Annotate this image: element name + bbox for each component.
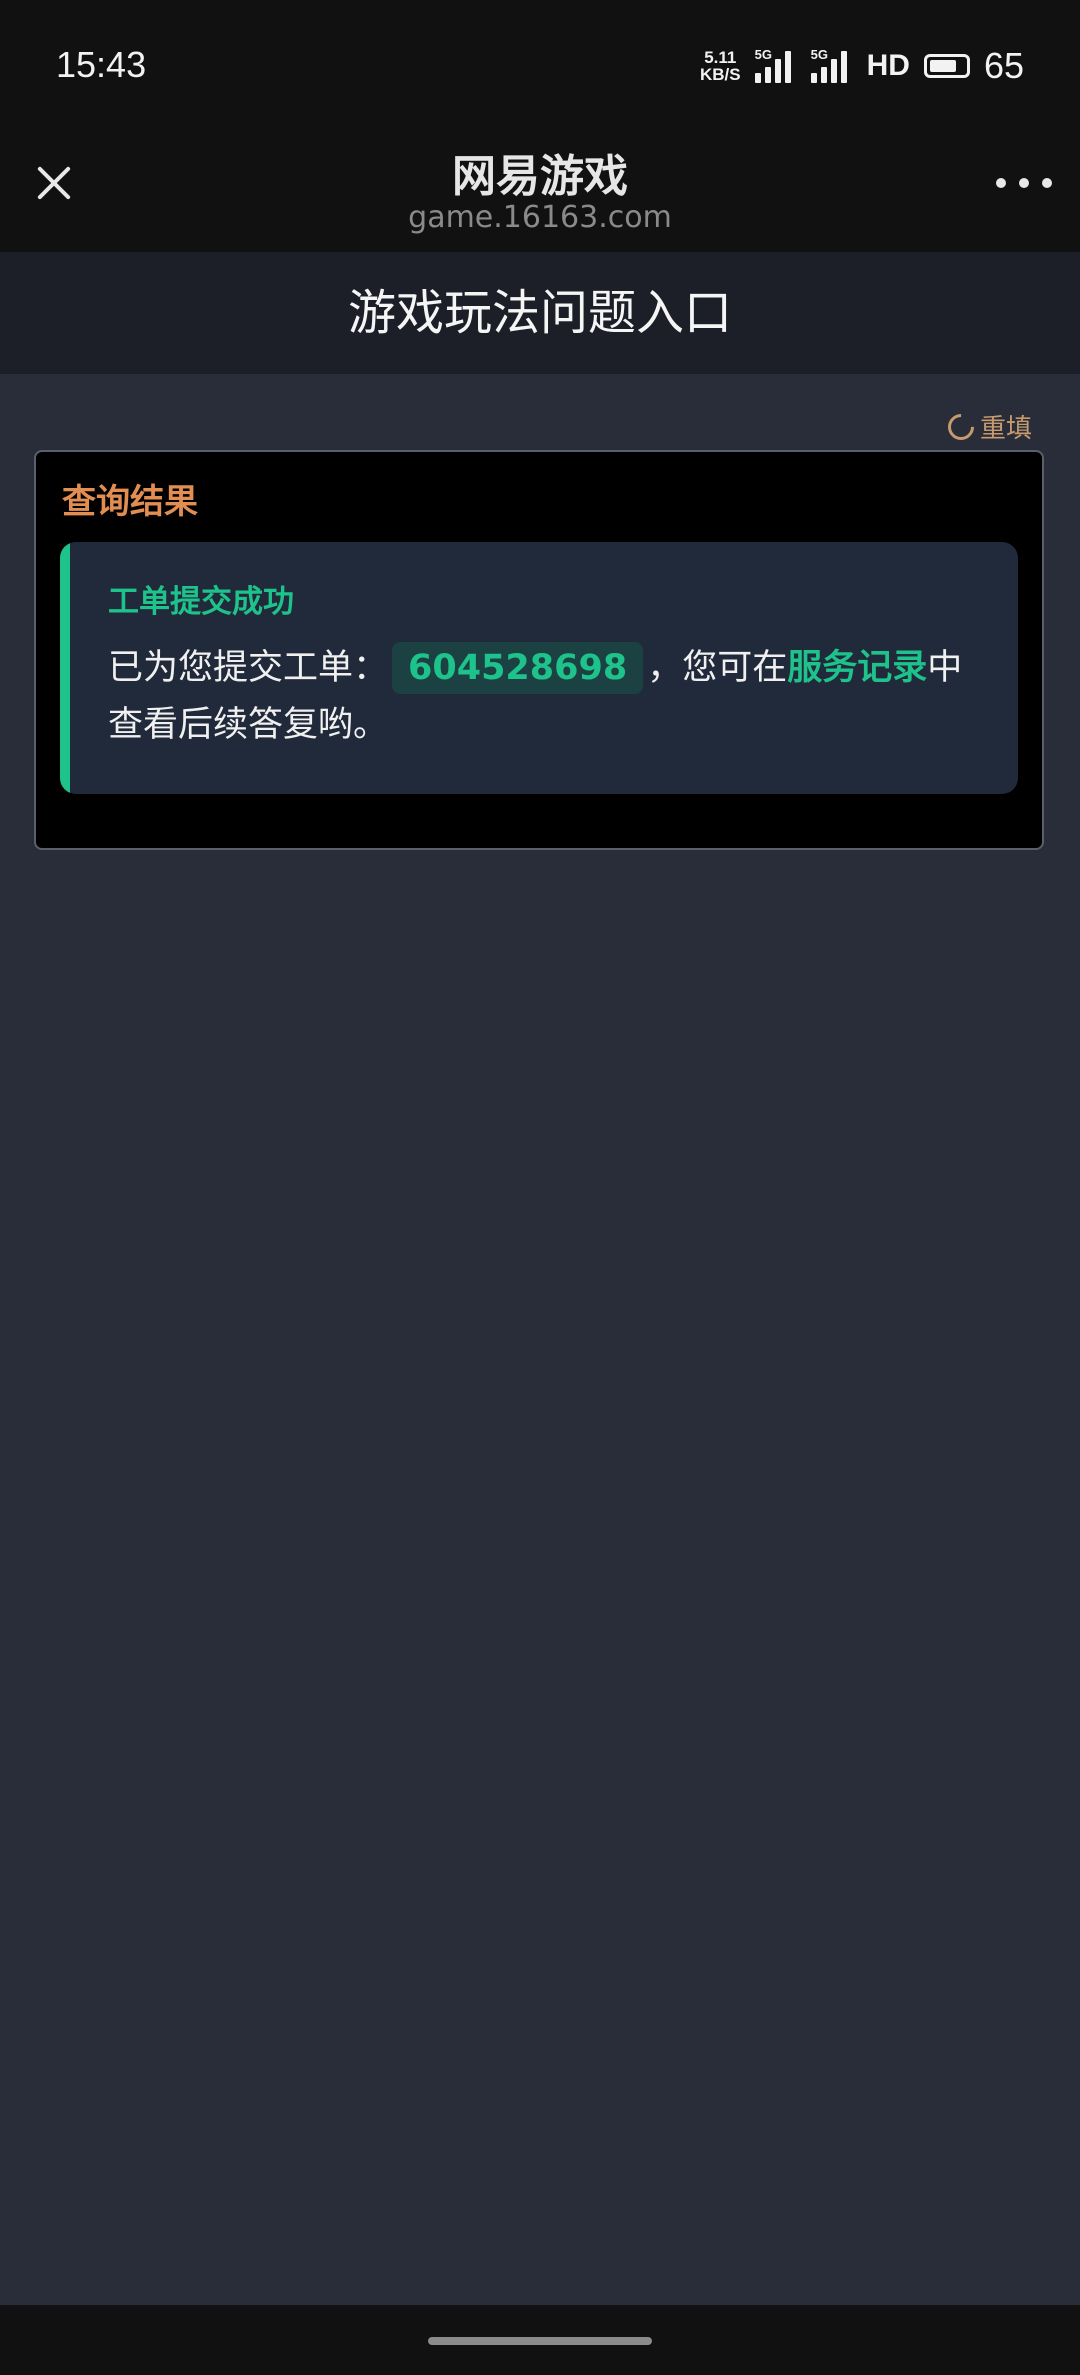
nav-title: 网易游戏 [452,151,628,202]
sim2-tag: 5G [810,47,828,62]
status-time: 15:43 [56,44,147,85]
battery-icon [923,54,970,78]
network-speed-value: 5.11 [704,48,737,67]
system-nav-area [0,2305,1080,2375]
refill-label: 重填 [979,414,1032,444]
success-message-box: 工单提交成功 已为您提交工单： 604528698 ，您可在服务记录中查看后续答复哟… [60,542,1018,794]
page-title: 游戏玩法问题入口 [0,252,1080,374]
sim1-tag: 5G [754,47,772,62]
battery-level: 65 [983,45,1024,86]
result-card: 查询结果 工单提交成功 已为您提交工单： 604528698 ，您可在服务记录中查看… [34,450,1044,850]
service-record-link[interactable]: 服务记录 [787,648,927,688]
refresh-icon [942,408,980,445]
signal-sim2-icon: 5G [810,47,853,83]
webview-nav-bar: 网易游戏 game.16163.com [0,130,1080,252]
nav-url: game.16163.com [408,200,672,235]
ticket-number: 604528698 [392,642,644,694]
text-before-ticket: 已为您提交工单： [108,648,389,688]
signal-sim1-icon: 5G [754,47,797,83]
success-accent-bar [60,542,70,794]
text-mid: ，您可在 [647,648,788,688]
network-speed-unit: KB/S [699,65,741,84]
result-section-title: 查询结果 [62,482,198,522]
home-indicator[interactable] [428,2337,652,2345]
more-options-icon[interactable] [996,175,1052,191]
hd-voice-icon: HD [866,49,910,82]
success-title: 工单提交成功 [108,584,294,620]
status-bar: 15:43 5.11 KB/S 5G 5G HD 65 [0,0,1080,130]
status-indicators: 5.11 KB/S 5G 5G HD 65 [700,44,1024,88]
network-speed: 5.11 KB/S [700,49,741,83]
refill-button[interactable]: 重填 [942,408,1032,445]
success-text: 已为您提交工单： 604528698 ，您可在服务记录中查看后续答复哟。 [108,640,968,754]
